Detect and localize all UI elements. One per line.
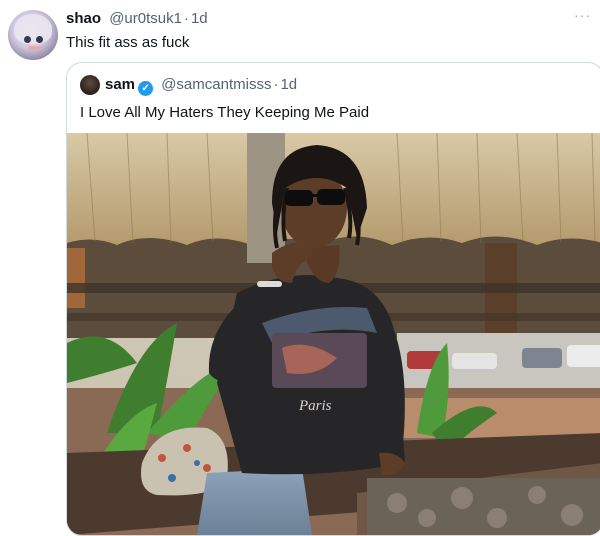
avatar-blush — [28, 46, 42, 50]
author-handle[interactable]: @ur0tsuk1 — [109, 10, 182, 27]
author-avatar[interactable] — [8, 10, 58, 60]
avatar-hair — [14, 14, 52, 44]
quoted-tweet-header: sam ✓ @samcantmisss · 1d — [105, 76, 297, 96]
quoted-tweet-timestamp[interactable]: 1d — [280, 76, 297, 93]
quoted-tweet[interactable]: sam ✓ @samcantmisss · 1d I Love All My Hate… — [66, 62, 600, 536]
tweet-timestamp[interactable]: 1d — [191, 10, 208, 27]
avatar-eye — [36, 36, 43, 43]
quoted-tweet-text: I Love All My Haters They Keeping Me Pai… — [80, 104, 370, 121]
ellipsis-icon[interactable]: ··· — [574, 8, 590, 22]
quoted-tweet-photo[interactable]: Paris — [67, 133, 600, 535]
hoodie-print-text: Paris — [298, 398, 332, 414]
tweet-header: shao @ur0tsuk1 · 1d — [66, 10, 208, 28]
verified-badge-icon: ✓ — [138, 81, 154, 96]
tweet[interactable]: shao @ur0tsuk1 · 1d ··· This fit ass as fu… — [0, 0, 600, 536]
quoted-author-name[interactable]: sam — [105, 76, 135, 93]
quoted-header-separator: · — [273, 76, 279, 93]
author-name[interactable]: shao — [66, 10, 101, 27]
tweet-text: This fit ass as fuck — [66, 34, 190, 51]
avatar-eye — [24, 36, 31, 43]
quoted-author-avatar[interactable] — [80, 75, 100, 95]
header-separator: · — [183, 10, 189, 27]
photo-illustration: Paris — [67, 133, 600, 535]
quoted-author-handle[interactable]: @samcantmisss — [161, 76, 271, 93]
